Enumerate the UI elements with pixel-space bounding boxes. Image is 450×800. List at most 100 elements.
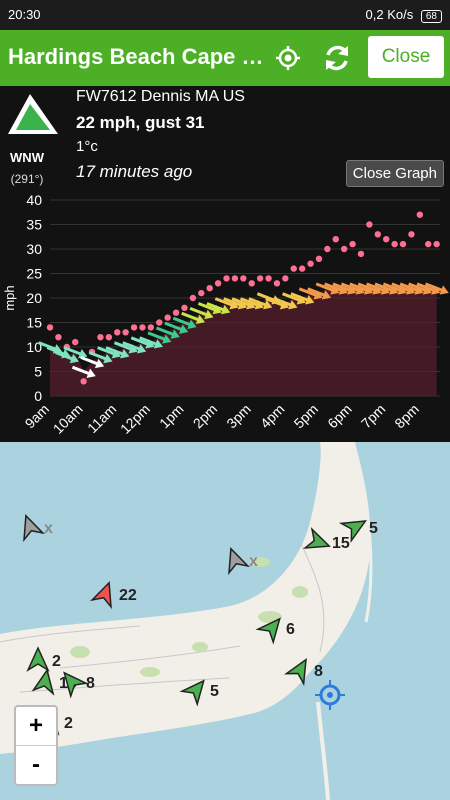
marker-label: 2 [64,715,73,732]
gust-point [172,309,180,316]
gust-point [181,304,188,311]
gust-point [214,280,222,287]
gust-point [265,275,272,282]
wind-station-marker[interactable]: x [16,512,53,543]
gust-point [105,334,113,341]
x-tick-label: 8pm [391,401,422,432]
gust-point [332,236,339,243]
wind-arrow-icon [89,581,112,610]
close-button[interactable]: Close [368,36,444,78]
wind-arrow-icon [228,547,251,576]
marker-label: x [249,553,258,570]
marker-label: 22 [119,587,137,604]
wind-station-marker[interactable]: 22 [89,579,137,610]
gust-point [46,324,54,331]
gust-point [433,240,440,248]
gust-point [122,329,129,336]
x-tick-label: 3pm [223,401,254,432]
gust-point [223,275,230,282]
gust-point [366,221,373,228]
gust-point [290,265,297,272]
x-tick-label: 4pm [257,401,288,432]
gust-point [198,289,205,297]
refresh-icon[interactable] [319,40,355,76]
gust-point [391,240,398,248]
status-right: 0,2 Ko/s 68 [366,7,442,23]
gust-point [72,338,79,346]
zoom-out-button[interactable]: - [16,746,56,784]
gust-point [189,294,197,302]
gust-point [97,334,104,341]
x-tick-label: 12pm [117,401,153,437]
y-tick-label: 35 [26,217,42,233]
network-speed: 0,2 Ko/s [365,7,414,22]
gust-point [399,240,407,248]
wind-speed: 22 mph, gust 31 [76,113,205,132]
y-tick-label: 40 [26,192,42,208]
marker-label: 6 [286,621,295,638]
wind-chart: 0510152025303540mph9am10am11am12pm 1pm 2pm… [2,192,449,437]
gust-point [206,285,213,292]
marker-label: 8 [86,675,95,692]
x-tick-label: 2pm [190,401,221,432]
wind-station-marker[interactable]: x [221,545,258,576]
gust-point [349,240,356,248]
gust-point [324,245,331,253]
station-id: FW7612 Dennis MA US [76,88,245,105]
temperature: 1°c [76,138,98,155]
gust-point [315,255,323,262]
wind-direction-icon [8,94,58,134]
locate-icon[interactable] [270,40,306,76]
wind-arrow-icon [23,514,46,543]
y-tick-label: 15 [26,315,42,331]
map-view[interactable]: x515x2262813852 + - [0,442,450,800]
zoom-control: + - [14,705,58,786]
gust-point [340,245,348,253]
y-tick-label: 5 [34,364,42,380]
gust-point [55,334,62,341]
gust-point [240,275,247,282]
gust-point [383,236,390,243]
gust-point [156,319,163,326]
y-tick-label: 20 [26,290,42,306]
gust-point [374,231,382,238]
app-header: Hardings Beach Cape C... Close [0,30,450,86]
y-axis-label: mph [2,285,17,310]
gust-point [416,211,424,218]
wind-degrees: (291°) [10,172,44,186]
gust-point [231,275,239,282]
gust-point [256,275,264,282]
gust-point [357,250,365,258]
y-tick-label: 25 [26,266,42,282]
marker-label: 2 [52,653,61,670]
updated-ago: 17 minutes ago [76,162,193,181]
battery-icon: 68 [420,10,442,23]
wind-direction-label: WNW [10,150,44,165]
y-tick-label: 30 [26,241,42,257]
gust-point [298,265,306,272]
x-tick-label: 5pm [291,401,322,432]
gust-point [273,280,281,287]
gust-point [147,324,155,331]
gust-point [130,324,138,331]
marker-label: 5 [210,683,219,700]
gust-point [282,275,289,282]
page-title: Hardings Beach Cape C... [8,44,270,69]
x-tick-label: 1pm [156,401,187,432]
marker-label: 15 [332,535,350,552]
x-tick-label: 11am [84,401,119,436]
gust-point [114,329,121,336]
x-tick-label: 6pm [324,401,355,432]
close-graph-button[interactable]: Close Graph [345,160,444,187]
gust-point [164,314,171,321]
marker-label: 8 [314,663,323,680]
gust-point [80,378,87,385]
x-tick-label: 10am [50,401,86,437]
zoom-in-button[interactable]: + [16,707,56,746]
gust-point [408,231,415,238]
gust-point [248,280,255,287]
marker-label: x [44,520,53,537]
x-tick-label: 7pm [358,401,389,432]
x-tick-label: 9am [22,401,53,432]
marker-label: 5 [369,520,378,537]
